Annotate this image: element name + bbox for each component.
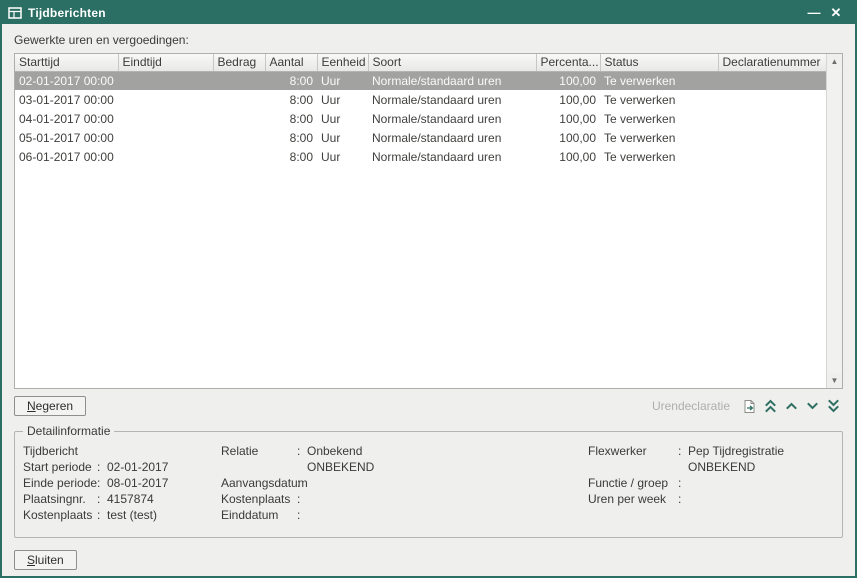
detail-label: Einddatum bbox=[221, 508, 297, 524]
detail-label: Tijdbericht bbox=[23, 444, 97, 460]
footer: Sluiten bbox=[14, 550, 843, 570]
detail-value: 4157874 bbox=[107, 492, 221, 508]
detail-value bbox=[688, 492, 834, 508]
move-up-button[interactable] bbox=[782, 397, 801, 415]
window-title: Tijdberichten bbox=[28, 6, 803, 20]
titlebar: Tijdberichten — ✕ bbox=[2, 2, 855, 24]
detail-value bbox=[307, 476, 588, 492]
detail-value: 08-01-2017 bbox=[107, 476, 221, 492]
column-header-declaratienummer[interactable]: Declaratienummer bbox=[718, 54, 826, 71]
column-header-bedrag[interactable]: Bedrag bbox=[213, 54, 265, 71]
table-row[interactable]: 04-01-2017 00:00 8:00 Uur Normale/standa… bbox=[15, 109, 826, 128]
double-chevron-down-icon bbox=[827, 399, 840, 413]
table-row[interactable]: 03-01-2017 00:00 8:00 Uur Normale/standa… bbox=[15, 90, 826, 109]
detail-label: Uren per week bbox=[588, 492, 678, 508]
negeren-button[interactable]: Negeren bbox=[14, 396, 86, 416]
table-row[interactable]: 02-01-2017 00:00 8:00 Uur Normale/standa… bbox=[15, 71, 826, 90]
tijdberichten-window: Tijdberichten — ✕ Gewerkte uren en vergo… bbox=[0, 0, 857, 578]
detail-label: Kostenplaats bbox=[221, 492, 297, 508]
column-header-percentage[interactable]: Percenta... bbox=[536, 54, 600, 71]
detail-value: Onbekend bbox=[307, 444, 588, 460]
sluiten-button[interactable]: Sluiten bbox=[14, 550, 77, 570]
grid-caption: Gewerkte uren en vergoedingen: bbox=[14, 33, 843, 47]
detail-label: Relatie bbox=[221, 444, 297, 460]
chevron-up-icon bbox=[785, 399, 798, 413]
detail-label: Functie / groep bbox=[588, 476, 678, 492]
scroll-down-arrow[interactable]: ▼ bbox=[827, 373, 842, 388]
table-row[interactable]: 06-01-2017 00:00 8:00 Uur Normale/standa… bbox=[15, 147, 826, 166]
worked-hours-grid: Starttijd Eindtijd Bedrag Aantal Eenheid… bbox=[14, 53, 843, 389]
vertical-scrollbar[interactable]: ▲ ▼ bbox=[826, 54, 842, 388]
detail-column-period: Tijdbericht Start periode:02-01-2017 Ein… bbox=[23, 444, 221, 524]
grid-toolbar: Negeren Urendeclaratie bbox=[14, 396, 843, 416]
detail-label: Aanvangsdatum bbox=[221, 476, 297, 492]
move-first-button[interactable] bbox=[761, 397, 780, 415]
document-icon bbox=[742, 399, 757, 414]
open-declaration-button[interactable] bbox=[740, 397, 759, 415]
move-down-button[interactable] bbox=[803, 397, 822, 415]
double-chevron-up-icon bbox=[764, 399, 777, 413]
worked-hours-table: Starttijd Eindtijd Bedrag Aantal Eenheid… bbox=[15, 54, 826, 166]
detail-label: Einde periode bbox=[23, 476, 97, 492]
detail-column-flexwerker: Flexwerker:Pep Tijdregistratie ONBEKEND … bbox=[588, 444, 834, 524]
column-header-soort[interactable]: Soort bbox=[368, 54, 536, 71]
detail-label: Plaatsingnr. bbox=[23, 492, 97, 508]
detail-value bbox=[307, 508, 588, 524]
table-header-row: Starttijd Eindtijd Bedrag Aantal Eenheid… bbox=[15, 54, 826, 71]
column-header-status[interactable]: Status bbox=[600, 54, 718, 71]
content-area: Gewerkte uren en vergoedingen: Starttijd… bbox=[2, 24, 855, 578]
column-header-eindtijd[interactable]: Eindtijd bbox=[118, 54, 213, 71]
table-row[interactable]: 05-01-2017 00:00 8:00 Uur Normale/standa… bbox=[15, 128, 826, 147]
minimize-button[interactable]: — bbox=[803, 3, 825, 23]
detail-value: ONBEKEND bbox=[688, 460, 834, 476]
detail-label bbox=[588, 460, 678, 476]
column-header-eenheid[interactable]: Eenheid bbox=[317, 54, 368, 71]
detail-value: ONBEKEND bbox=[307, 460, 588, 476]
scroll-up-arrow[interactable]: ▲ bbox=[827, 54, 842, 69]
chevron-down-icon bbox=[806, 399, 819, 413]
detail-value bbox=[688, 476, 834, 492]
window-icon bbox=[8, 7, 22, 19]
detail-column-relatie: Relatie:Onbekend ONBEKEND Aanvangsdatum:… bbox=[221, 444, 588, 524]
detail-label bbox=[221, 460, 297, 476]
detail-value: 02-01-2017 bbox=[107, 460, 221, 476]
detail-panel-legend: Detailinformatie bbox=[23, 424, 114, 438]
detail-information-panel: Detailinformatie Tijdbericht Start perio… bbox=[14, 424, 843, 538]
detail-value: Pep Tijdregistratie bbox=[688, 444, 834, 460]
detail-label: Kostenplaats bbox=[23, 508, 97, 524]
column-header-starttijd[interactable]: Starttijd bbox=[15, 54, 118, 71]
detail-value bbox=[107, 444, 221, 460]
detail-label: Flexwerker bbox=[588, 444, 678, 460]
detail-value: test (test) bbox=[107, 508, 221, 524]
close-button[interactable]: ✕ bbox=[825, 3, 847, 23]
detail-label: Start periode bbox=[23, 460, 97, 476]
detail-value bbox=[307, 492, 588, 508]
column-header-aantal[interactable]: Aantal bbox=[265, 54, 317, 71]
urendeclaratie-button[interactable]: Urendeclaratie bbox=[652, 399, 730, 413]
move-last-button[interactable] bbox=[824, 397, 843, 415]
